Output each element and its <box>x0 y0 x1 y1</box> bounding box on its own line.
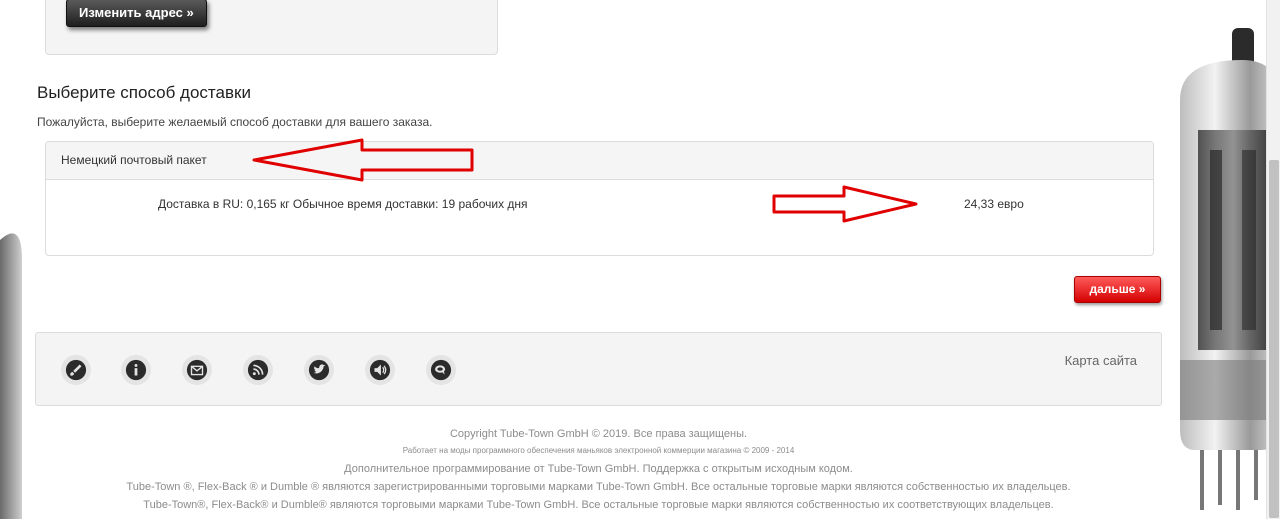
tube-image-right <box>1170 0 1280 519</box>
shipping-section-title: Выберите способ доставки <box>37 83 251 102</box>
mail-icon[interactable] <box>182 355 212 385</box>
shipping-section-description: Пожалуйста, выберите желаемый способ дос… <box>37 115 433 129</box>
trademarks-text-2: Tube-Town®, Flex-Back® и Dumble® являютс… <box>143 499 1054 511</box>
speaker-icon[interactable] <box>365 355 395 385</box>
sitemap-link[interactable]: Карта сайта <box>1065 353 1137 368</box>
shipping-method-panel: Немецкий почтовый пакет Доставка в RU: 0… <box>45 141 1154 256</box>
shipping-price: 24,33 евро <box>964 197 1024 211</box>
twitter-icon[interactable] <box>304 355 334 385</box>
trademarks-text-1: Tube-Town ®, Flex-Back ® и Dumble ® явля… <box>126 481 1071 493</box>
chat-icon[interactable] <box>426 355 456 385</box>
shipping-method-name: Немецкий почтовый пакет <box>46 142 1153 180</box>
address-box: Изменить адрес » <box>45 0 498 55</box>
annotation-arrow-left <box>252 138 474 182</box>
footer-links-box: Карта сайта <box>35 332 1162 406</box>
annotation-arrow-right <box>772 185 918 223</box>
page-scrollbar[interactable] <box>1266 0 1280 519</box>
next-button[interactable]: дальше » <box>1074 276 1161 303</box>
powered-by-text: Работает на моды программного обеспечени… <box>402 446 795 455</box>
rss-icon[interactable] <box>243 355 273 385</box>
copyright-text: Copyright Tube-Town GmbH © 2019. Все пра… <box>449 428 748 440</box>
guitar-icon[interactable] <box>61 355 91 385</box>
change-address-button[interactable]: Изменить адрес » <box>66 0 207 27</box>
extra-development-text: Дополнительное программирование от Tube-… <box>344 463 853 475</box>
scrollbar-thumb[interactable] <box>1269 160 1279 518</box>
info-icon[interactable] <box>121 355 151 385</box>
shipping-method-detail: Доставка в RU: 0,165 кг Обычное время до… <box>158 197 528 211</box>
